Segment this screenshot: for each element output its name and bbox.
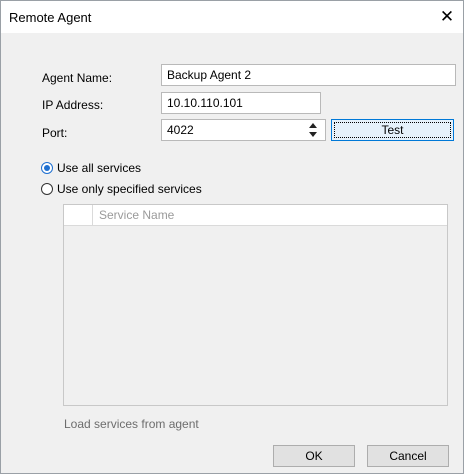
port-spinner-icon[interactable] — [306, 120, 320, 140]
services-table[interactable]: Service Name — [63, 204, 448, 406]
use-specified-services-option[interactable]: Use only specified services — [41, 181, 202, 197]
use-specified-services-label: Use only specified services — [57, 182, 202, 196]
use-all-services-option[interactable]: Use all services — [41, 160, 141, 176]
agent-name-label: Agent Name: — [42, 71, 113, 85]
agent-name-field[interactable]: Backup Agent 2 — [161, 64, 456, 86]
use-all-services-radio[interactable] — [41, 162, 53, 174]
services-table-header: Service Name — [64, 205, 447, 226]
ok-button[interactable]: OK — [273, 445, 355, 467]
cancel-button[interactable]: Cancel — [367, 445, 449, 467]
window-title: Remote Agent — [9, 10, 92, 25]
ip-address-field[interactable]: 10.10.110.101 — [161, 92, 321, 114]
row-selector-header — [64, 205, 93, 225]
ip-address-label: IP Address: — [42, 98, 104, 112]
title-bar: Remote Agent ✕ — [1, 1, 463, 33]
use-specified-services-radio[interactable] — [41, 183, 53, 195]
use-all-services-label: Use all services — [57, 161, 142, 175]
load-services-link[interactable]: Load services from agent — [64, 417, 199, 431]
test-button[interactable]: Test — [331, 119, 454, 141]
remote-agent-dialog: Remote Agent ✕ Agent Name: Backup Agent … — [0, 0, 464, 474]
port-field[interactable]: 4022 — [161, 119, 326, 141]
port-label: Port: — [42, 126, 68, 140]
port-value: 4022 — [167, 123, 194, 137]
service-name-column-header[interactable]: Service Name — [93, 205, 174, 225]
close-icon[interactable]: ✕ — [437, 7, 457, 27]
